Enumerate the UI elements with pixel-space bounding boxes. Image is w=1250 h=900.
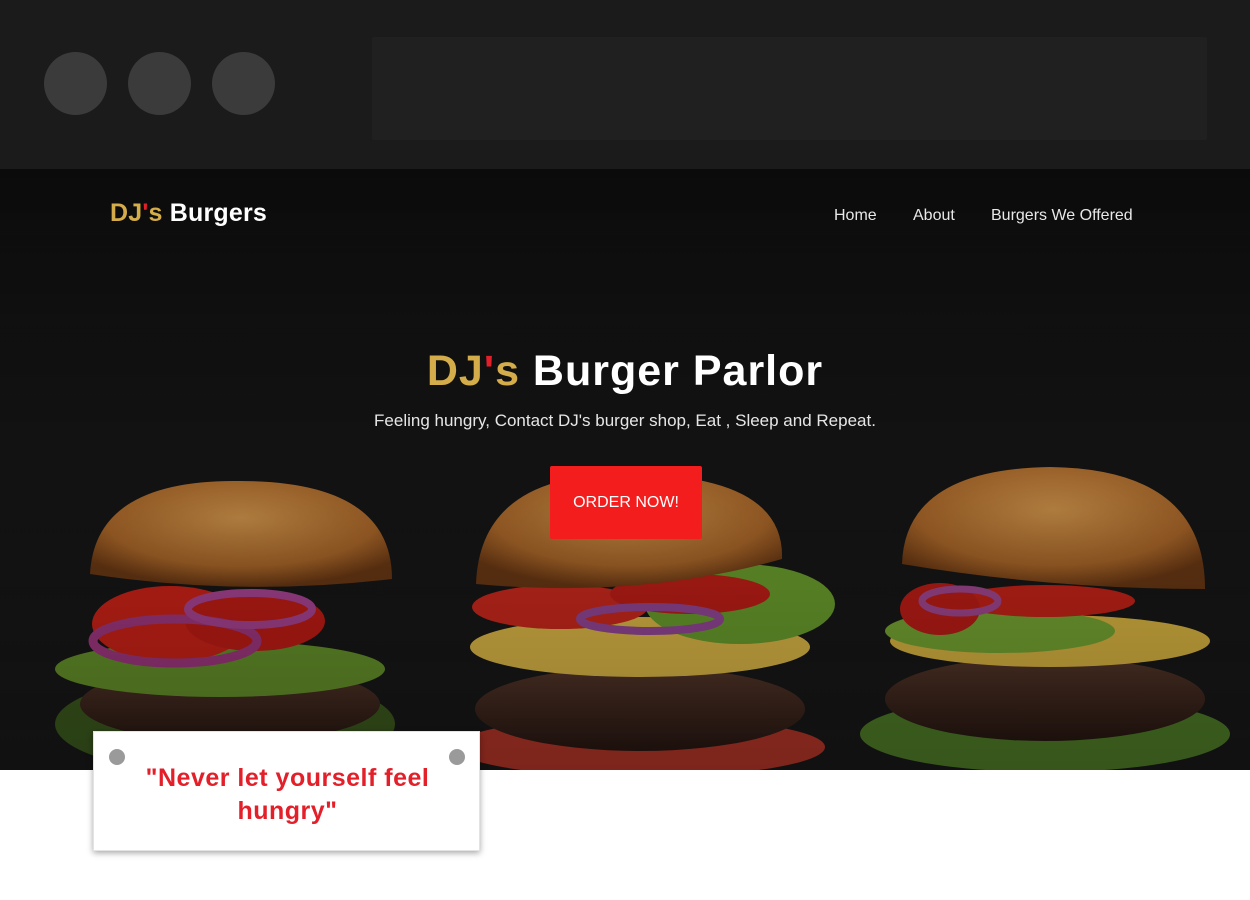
window-control-dot[interactable] bbox=[44, 52, 107, 115]
hero-title-s: s bbox=[495, 347, 520, 395]
brand-logo[interactable]: DJ's Burgers bbox=[110, 199, 267, 228]
nav-burgers-link[interactable]: Burgers We Offered bbox=[991, 207, 1133, 225]
brand-burgers: Burgers bbox=[162, 199, 268, 227]
browser-chrome bbox=[0, 0, 1250, 169]
brand-s: s bbox=[148, 199, 163, 227]
hero-title-dj: DJ bbox=[426, 347, 484, 395]
quote-text: "Never let yourself feel hungry" bbox=[145, 764, 430, 825]
hero-subtitle: Feeling hungry, Contact DJ's burger shop… bbox=[374, 411, 876, 430]
order-now-button[interactable]: ORDER NOW! bbox=[550, 466, 702, 539]
nav-about-link[interactable]: About bbox=[913, 207, 955, 225]
window-control-dot[interactable] bbox=[128, 52, 191, 115]
address-bar[interactable] bbox=[372, 37, 1207, 140]
nav-home-link[interactable]: Home bbox=[834, 207, 877, 225]
window-control-dot[interactable] bbox=[212, 52, 275, 115]
hero-title-rest: Burger Parlor bbox=[519, 347, 824, 395]
brand-dj: DJ bbox=[110, 199, 143, 227]
hero-section: DJ's Burgers Home About Burgers We Offer… bbox=[0, 169, 1250, 770]
pin-icon bbox=[109, 749, 125, 765]
hero-title: DJ's Burger Parlor bbox=[0, 347, 1250, 396]
hero-title-apostrophe: ' bbox=[483, 347, 496, 395]
quote-card: "Never let yourself feel hungry" bbox=[93, 731, 480, 851]
pin-icon bbox=[449, 749, 465, 765]
